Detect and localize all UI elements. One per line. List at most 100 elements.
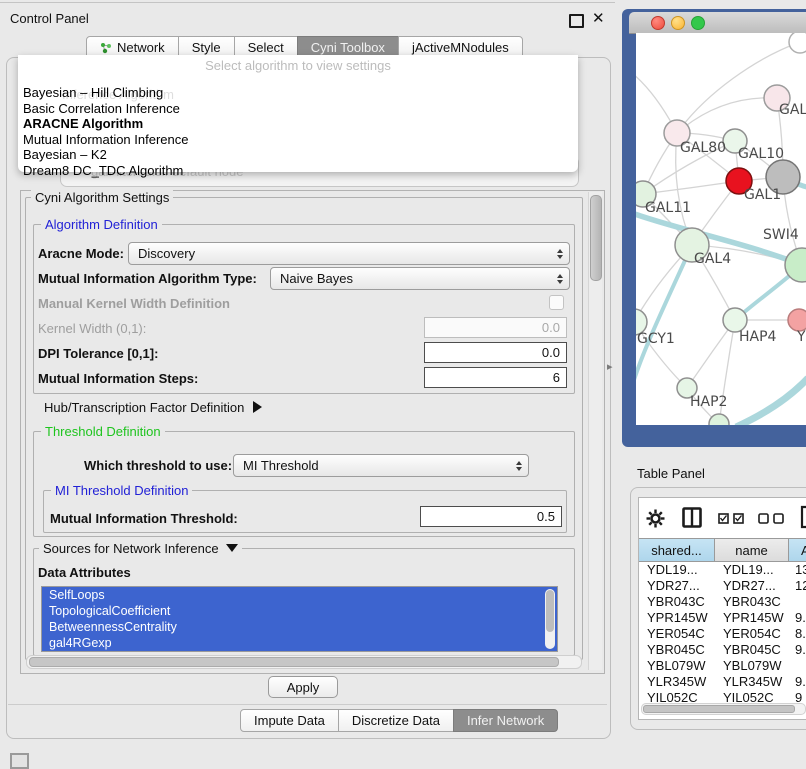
algorithm-option[interactable]: Basic Correlation Inference bbox=[21, 101, 575, 117]
float-window-icon[interactable] bbox=[569, 14, 584, 28]
table-row[interactable]: YDR27...YDR27...12 bbox=[639, 578, 806, 594]
table-cell: YER054C bbox=[639, 626, 715, 642]
algorithm-option[interactable]: Dream8 DC_TDC Algorithm bbox=[21, 163, 575, 179]
close-traffic-light-icon[interactable] bbox=[651, 16, 665, 30]
table-cell: 8. bbox=[789, 626, 806, 642]
list-item[interactable]: SelfLoops bbox=[42, 587, 557, 603]
deselect-all-icon[interactable] bbox=[758, 513, 785, 524]
table-cell: YDL19... bbox=[639, 562, 715, 578]
network-node[interactable] bbox=[709, 414, 729, 425]
algorithm-option-selected[interactable]: ARACNE Algorithm bbox=[21, 116, 575, 132]
kernel-width-input[interactable] bbox=[424, 317, 567, 338]
select-all-icon[interactable] bbox=[718, 513, 745, 524]
network-window-titlebar[interactable] bbox=[629, 12, 806, 34]
column-layout-icon[interactable] bbox=[682, 507, 702, 528]
tab-label: Cyni Toolbox bbox=[311, 40, 385, 55]
table-row[interactable]: YBR043CYBR043C bbox=[639, 594, 806, 610]
mi-threshold-input[interactable] bbox=[420, 506, 562, 527]
node-label: GAL bbox=[779, 102, 806, 118]
node-label: GAL4 bbox=[694, 251, 731, 267]
mi-type-select[interactable]: Naive Bayes bbox=[270, 267, 570, 290]
group-title: Algorithm Definition bbox=[41, 217, 162, 232]
table-cell: YPR145W bbox=[715, 610, 789, 626]
panel-collapse-icon[interactable] bbox=[607, 360, 613, 373]
data-attributes-list: SelfLoops TopologicalCoefficient Between… bbox=[41, 586, 558, 652]
apply-button[interactable]: Apply bbox=[268, 676, 338, 698]
algorithm-option[interactable]: Bayesian – Hill Climbing bbox=[21, 85, 575, 101]
network-node[interactable] bbox=[789, 33, 806, 53]
control-panel-title: Control Panel bbox=[10, 11, 89, 26]
table-cell: YBR043C bbox=[715, 594, 789, 610]
list-item[interactable]: TopologicalCoefficient bbox=[42, 603, 557, 619]
settings-vertical-scrollbar[interactable] bbox=[588, 192, 602, 670]
manual-kernel-width-label: Manual Kernel Width Definition bbox=[38, 296, 230, 311]
table-cell: YBR045C bbox=[715, 642, 789, 658]
tab-impute-data[interactable]: Impute Data bbox=[240, 709, 339, 732]
column-header-name[interactable]: name bbox=[715, 538, 789, 562]
combo-stepper-icon bbox=[510, 461, 528, 471]
table-cell: YIL052C bbox=[715, 690, 789, 702]
scrollbar-thumb[interactable] bbox=[29, 657, 559, 667]
table-cell bbox=[789, 658, 806, 674]
tab-discretize-data[interactable]: Discretize Data bbox=[338, 709, 454, 732]
list-vertical-scrollbar[interactable] bbox=[545, 589, 555, 649]
table-header: shared... name A bbox=[639, 538, 806, 562]
aracne-mode-select[interactable]: Discovery bbox=[128, 242, 570, 265]
collapsed-arrow-icon bbox=[253, 401, 262, 413]
gear-icon[interactable] bbox=[646, 509, 665, 528]
manual-kernel-width-checkbox[interactable] bbox=[549, 295, 564, 310]
scrollbar-thumb[interactable] bbox=[643, 705, 795, 713]
table-row[interactable]: YPR145WYPR145W9. bbox=[639, 610, 806, 626]
network-view-window: GALGAL80GAL10GAL1GAL11SWI4GAL4GCY1HAP4YH… bbox=[622, 9, 806, 447]
network-node[interactable] bbox=[788, 309, 806, 331]
dpi-tolerance-input[interactable] bbox=[424, 342, 567, 363]
tab-infer-network[interactable]: Infer Network bbox=[453, 709, 558, 732]
settings-horizontal-scrollbar[interactable] bbox=[26, 655, 582, 669]
network-canvas[interactable]: GALGAL80GAL10GAL1GAL11SWI4GAL4GCY1HAP4YH… bbox=[636, 33, 806, 425]
scrollbar-thumb[interactable] bbox=[546, 590, 554, 632]
table-row[interactable]: YER054CYER054C8. bbox=[639, 626, 806, 642]
new-table-icon[interactable] bbox=[800, 505, 806, 529]
scrollbar-thumb[interactable] bbox=[590, 195, 602, 281]
which-threshold-select[interactable]: MI Threshold bbox=[233, 454, 529, 477]
table-row[interactable]: YBL079WYBL079W bbox=[639, 658, 806, 674]
table-row[interactable]: YDL19...YDL19...13 bbox=[639, 562, 806, 578]
node-label: HAP2 bbox=[690, 394, 727, 410]
node-label: GAL1 bbox=[744, 187, 781, 203]
table-cell: YBL079W bbox=[639, 658, 715, 674]
hub-definition-label: Hub/Transcription Factor Definition bbox=[44, 400, 244, 415]
table-row[interactable]: YIL052CYIL052C9 bbox=[639, 690, 806, 702]
table-row[interactable]: YBR045CYBR045C9. bbox=[639, 642, 806, 658]
algorithm-list: Bayesian – Hill Climbing Basic Correlati… bbox=[21, 85, 575, 178]
data-attributes-label: Data Attributes bbox=[38, 565, 131, 580]
sources-toggle[interactable]: Sources for Network Inference bbox=[39, 541, 242, 556]
close-icon[interactable] bbox=[592, 9, 608, 27]
column-header-partial[interactable]: A bbox=[789, 538, 806, 562]
table-cell: YLR345W bbox=[639, 674, 715, 690]
table-cell: YBR045C bbox=[639, 642, 715, 658]
table-row[interactable]: YLR345WYLR345W9. bbox=[639, 674, 806, 690]
table-cell: 9. bbox=[789, 610, 806, 626]
table-horizontal-scrollbar[interactable] bbox=[641, 703, 806, 715]
hub-definition-toggle[interactable]: Hub/Transcription Factor Definition bbox=[44, 400, 262, 415]
column-header-shared-name[interactable]: shared... bbox=[639, 538, 715, 562]
list-item[interactable]: BetweennessCentrality bbox=[42, 619, 557, 635]
list-item[interactable]: gal4RGexp bbox=[42, 635, 557, 651]
group-title: Threshold Definition bbox=[41, 424, 165, 439]
minimize-traffic-light-icon[interactable] bbox=[671, 16, 685, 30]
network-edge[interactable] bbox=[643, 181, 739, 194]
algorithm-option[interactable]: Bayesian – K2 bbox=[21, 147, 575, 163]
mi-steps-input[interactable] bbox=[424, 367, 567, 388]
window-top-edge bbox=[0, 2, 615, 3]
application: Control Panel Network Style Select Cyni … bbox=[0, 0, 806, 762]
table-cell: YPR145W bbox=[639, 610, 715, 626]
tab-label: Impute Data bbox=[254, 713, 325, 728]
combo-stepper-icon bbox=[551, 249, 569, 259]
network-edge[interactable] bbox=[736, 378, 806, 425]
zoom-traffic-light-icon[interactable] bbox=[691, 16, 705, 30]
minimized-panel-chip[interactable] bbox=[10, 753, 29, 769]
table-cell: YDR27... bbox=[715, 578, 789, 594]
tab-label: Infer Network bbox=[467, 713, 544, 728]
algorithm-option[interactable]: Mutual Information Inference bbox=[21, 132, 575, 148]
table-cell: 9 bbox=[789, 690, 806, 702]
